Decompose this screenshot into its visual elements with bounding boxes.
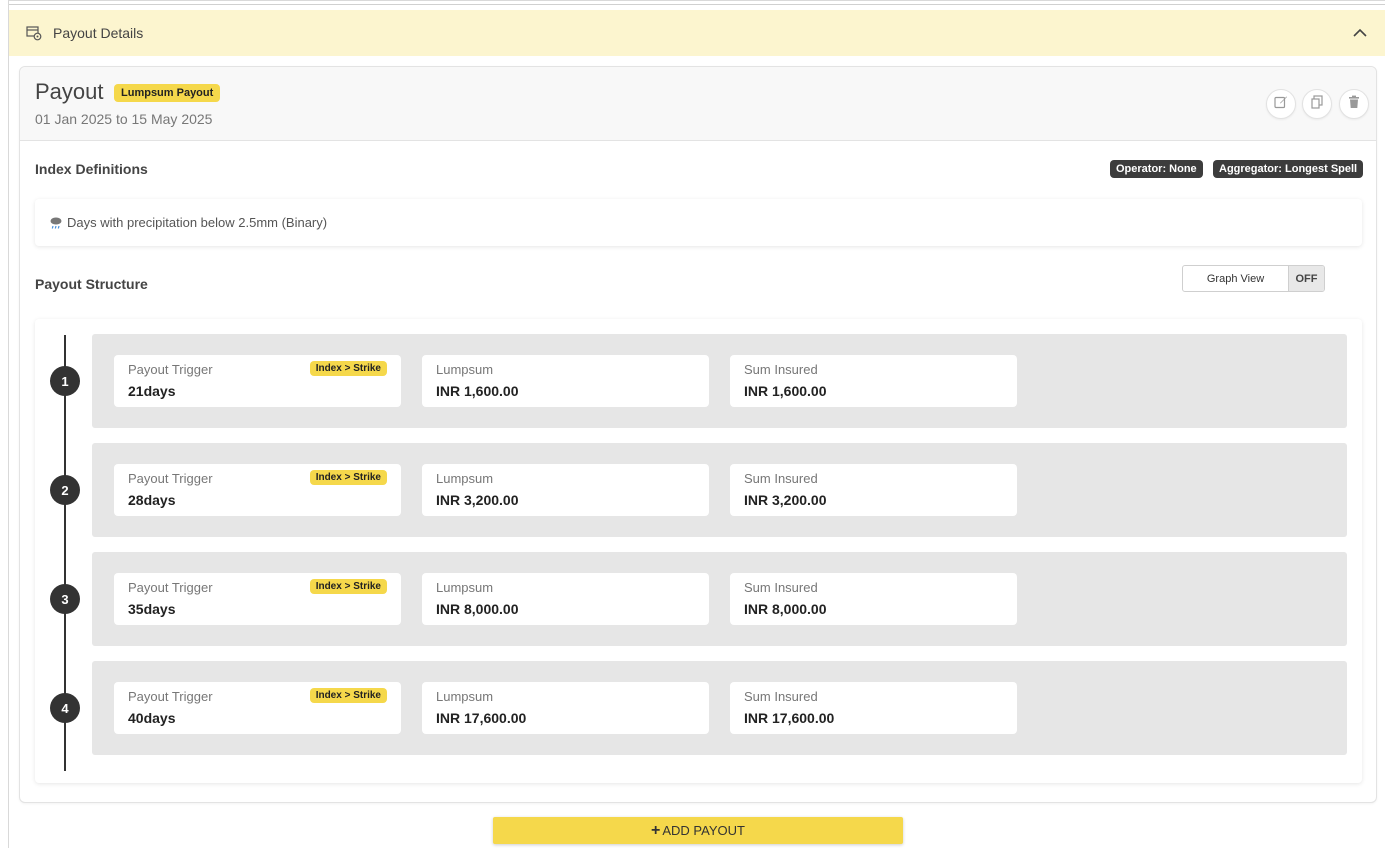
aggregator-badge: Aggregator: Longest Spell <box>1213 160 1364 178</box>
sum-insured-field: Sum Insured INR 3,200.00 <box>730 464 1017 516</box>
payout-structure-title: Payout Structure <box>35 276 148 292</box>
field-label: Lumpsum <box>436 471 494 486</box>
trash-icon <box>1347 95 1361 114</box>
payout-tier: Payout Trigger Index > Strike 28days Lum… <box>92 443 1347 537</box>
copy-icon <box>1310 94 1324 114</box>
section-title: Payout Details <box>53 25 144 41</box>
payout-trigger-field: Payout Trigger Index > Strike 40days <box>114 682 401 734</box>
graph-view-toggle[interactable]: Graph View OFF <box>1182 265 1325 292</box>
payout-type-badge: Lumpsum Payout <box>114 84 221 102</box>
field-value: INR 17,600.00 <box>744 710 835 726</box>
sum-insured-field: Sum Insured INR 1,600.00 <box>730 355 1017 407</box>
field-value: INR 1,600.00 <box>744 383 827 399</box>
operator-badge: Operator: None <box>1110 160 1203 178</box>
index-definition-item: Days with precipitation below 2.5mm (Bin… <box>35 199 1362 246</box>
edit-button[interactable] <box>1266 89 1296 119</box>
payout-tier: Payout Trigger Index > Strike 35days Lum… <box>92 552 1347 646</box>
chevron-up-icon[interactable] <box>1351 24 1369 42</box>
payout-trigger-field: Payout Trigger Index > Strike 35days <box>114 573 401 625</box>
sum-insured-field: Sum Insured INR 17,600.00 <box>730 682 1017 734</box>
add-payout-label: ADD PAYOUT <box>662 823 745 838</box>
field-value: INR 8,000.00 <box>436 601 519 617</box>
payout-settings-icon <box>25 24 43 42</box>
graph-view-state: OFF <box>1288 266 1324 291</box>
step-number: 1 <box>50 366 80 396</box>
edit-icon <box>1274 95 1288 114</box>
field-label: Sum Insured <box>744 580 818 595</box>
index-definitions-title: Index Definitions <box>35 161 148 177</box>
index-definition-text: Days with precipitation below 2.5mm (Bin… <box>67 215 328 230</box>
payout-card: Payout Lumpsum Payout 01 Jan 2025 to 15 … <box>19 66 1377 803</box>
payout-structure-list: 1 Payout Trigger Index > Strike 21days L… <box>35 319 1362 783</box>
step-number: 2 <box>50 475 80 505</box>
lumpsum-field: Lumpsum INR 1,600.00 <box>422 355 709 407</box>
field-label: Lumpsum <box>436 362 494 377</box>
field-value: 35days <box>128 601 176 617</box>
field-value: INR 1,600.00 <box>436 383 519 399</box>
payout-tier: Payout Trigger Index > Strike 21days Lum… <box>92 334 1347 428</box>
add-payout-button[interactable]: + ADD PAYOUT <box>493 817 903 844</box>
field-label: Sum Insured <box>744 471 818 486</box>
field-label: Lumpsum <box>436 689 494 704</box>
field-value: INR 3,200.00 <box>744 492 827 508</box>
payout-trigger-field: Payout Trigger Index > Strike 21days <box>114 355 401 407</box>
sum-insured-field: Sum Insured INR 8,000.00 <box>730 573 1017 625</box>
payout-date-range: 01 Jan 2025 to 15 May 2025 <box>35 111 213 127</box>
duplicate-button[interactable] <box>1302 89 1332 119</box>
payout-details-header[interactable]: Payout Details <box>9 10 1385 56</box>
trigger-condition-badge: Index > Strike <box>309 688 387 703</box>
trigger-condition-badge: Index > Strike <box>309 579 387 594</box>
trigger-condition-badge: Index > Strike <box>309 470 387 485</box>
field-value: INR 3,200.00 <box>436 492 519 508</box>
lumpsum-field: Lumpsum INR 17,600.00 <box>422 682 709 734</box>
field-value: 28days <box>128 492 176 508</box>
plus-icon: + <box>651 821 661 839</box>
field-value: INR 8,000.00 <box>744 601 827 617</box>
step-number: 4 <box>50 693 80 723</box>
rain-cloud-icon <box>49 216 63 230</box>
trigger-condition-badge: Index > Strike <box>309 361 387 376</box>
lumpsum-field: Lumpsum INR 3,200.00 <box>422 464 709 516</box>
field-value: 40days <box>128 710 176 726</box>
payout-title: Payout <box>35 79 104 104</box>
payout-tier: Payout Trigger Index > Strike 40days Lum… <box>92 661 1347 755</box>
field-label: Sum Insured <box>744 362 818 377</box>
graph-view-label: Graph View <box>1206 272 1265 285</box>
field-label: Sum Insured <box>744 689 818 704</box>
lumpsum-field: Lumpsum INR 8,000.00 <box>422 573 709 625</box>
field-value: INR 17,600.00 <box>436 710 527 726</box>
payout-card-header: Payout Lumpsum Payout 01 Jan 2025 to 15 … <box>20 67 1376 141</box>
field-value: 21days <box>128 383 176 399</box>
field-label: Lumpsum <box>436 580 494 595</box>
payout-trigger-field: Payout Trigger Index > Strike 28days <box>114 464 401 516</box>
step-number: 3 <box>50 584 80 614</box>
delete-button[interactable] <box>1339 89 1369 119</box>
